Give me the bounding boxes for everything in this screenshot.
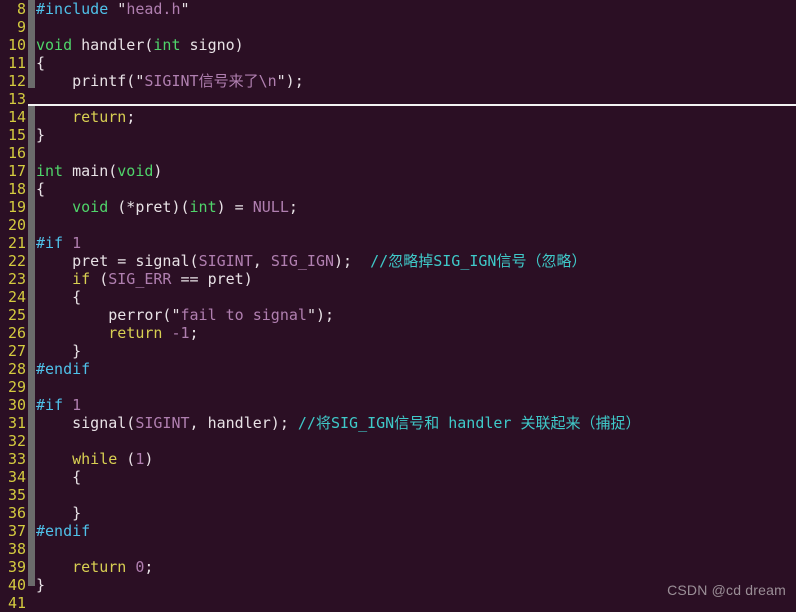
code-line[interactable]: 9 <box>0 18 796 36</box>
line-number: 32 <box>7 432 26 450</box>
code-line[interactable]: 17 int main(void) <box>0 162 796 180</box>
line-content[interactable]: while (1) <box>36 450 153 468</box>
line-number: 20 <box>7 216 26 234</box>
line-content[interactable]: int main(void) <box>36 162 162 180</box>
line-number: 12 <box>7 72 26 90</box>
code-line[interactable]: 31 signal(SIGINT, handler); //将SIG_IGN信号… <box>0 414 796 432</box>
line-content[interactable]: { <box>36 288 81 306</box>
line-content[interactable]: void (*pret)(int) = NULL; <box>36 198 298 216</box>
line-content[interactable]: #if 1 <box>36 234 81 252</box>
line-content[interactable]: pret = signal(SIGINT, SIG_IGN); //忽略掉SIG… <box>36 252 586 270</box>
line-number: 9 <box>16 18 26 36</box>
line-content[interactable]: #endif <box>36 360 90 378</box>
code-line[interactable]: 16 <box>0 144 796 162</box>
line-number: 38 <box>7 540 26 558</box>
line-number: 26 <box>7 324 26 342</box>
line-content[interactable]: { <box>36 468 81 486</box>
code-line[interactable]: 39 return 0; <box>0 558 796 576</box>
line-number: 25 <box>7 306 26 324</box>
code-line[interactable]: 8 #include "head.h" <box>0 0 796 18</box>
line-content[interactable]: if (SIG_ERR == pret) <box>36 270 253 288</box>
line-number: 37 <box>7 522 26 540</box>
code-line[interactable]: 26 return -1; <box>0 324 796 342</box>
line-number: 27 <box>7 342 26 360</box>
line-content[interactable]: { <box>36 54 45 72</box>
code-line[interactable]: 34 { <box>0 468 796 486</box>
line-number: 15 <box>7 126 26 144</box>
code-editor[interactable]: 8 #include "head.h" 9 10 void handler(int si… <box>0 0 796 612</box>
line-number: 10 <box>7 36 26 54</box>
line-number: 33 <box>7 450 26 468</box>
code-line[interactable]: 27 } <box>0 342 796 360</box>
line-number: 31 <box>7 414 26 432</box>
line-number: 41 <box>7 594 26 612</box>
line-content[interactable]: { <box>36 180 45 198</box>
code-line[interactable]: 11 { <box>0 54 796 72</box>
line-content[interactable]: void handler(int signo) <box>36 36 244 54</box>
line-number: 17 <box>7 162 26 180</box>
code-line[interactable]: 33 while (1) <box>0 450 796 468</box>
line-number: 22 <box>7 252 26 270</box>
line-number: 19 <box>7 198 26 216</box>
line-number: 30 <box>7 396 26 414</box>
code-line[interactable]: 21 #if 1 <box>0 234 796 252</box>
line-content[interactable]: } <box>36 126 45 144</box>
code-line[interactable]: 20 <box>0 216 796 234</box>
code-line[interactable]: 38 <box>0 540 796 558</box>
line-number: 24 <box>7 288 26 306</box>
code-line[interactable]: 23 if (SIG_ERR == pret) <box>0 270 796 288</box>
code-line[interactable]: 12 printf("SIGINT信号来了\n"); <box>0 72 796 90</box>
line-content[interactable]: perror("fail to signal"); <box>36 306 334 324</box>
code-line[interactable]: 37 #endif <box>0 522 796 540</box>
line-content[interactable]: printf("SIGINT信号来了\n"); <box>36 72 304 90</box>
line-number: 13 <box>7 90 26 108</box>
line-number: 36 <box>7 504 26 522</box>
line-content[interactable]: } <box>36 576 45 594</box>
code-line[interactable]: 35 <box>0 486 796 504</box>
code-line[interactable]: 18 { <box>0 180 796 198</box>
code-line[interactable]: 10 void handler(int signo) <box>0 36 796 54</box>
code-line[interactable]: 22 pret = signal(SIGINT, SIG_IGN); //忽略掉… <box>0 252 796 270</box>
line-number: 21 <box>7 234 26 252</box>
line-number: 34 <box>7 468 26 486</box>
code-line[interactable]: 32 <box>0 432 796 450</box>
watermark: CSDN @cd dream <box>667 582 786 598</box>
code-line[interactable]: 14 return; <box>0 108 796 126</box>
line-number: 8 <box>16 0 26 18</box>
code-line[interactable]: 29 <box>0 378 796 396</box>
line-content[interactable]: return; <box>36 108 135 126</box>
line-number: 18 <box>7 180 26 198</box>
line-number: 29 <box>7 378 26 396</box>
line-content[interactable]: } <box>36 342 81 360</box>
line-number: 16 <box>7 144 26 162</box>
line-content[interactable]: #include "head.h" <box>36 0 190 18</box>
line-number: 40 <box>7 576 26 594</box>
code-line[interactable]: 24 { <box>0 288 796 306</box>
line-number: 39 <box>7 558 26 576</box>
line-content[interactable]: signal(SIGINT, handler); //将SIG_IGN信号和 h… <box>36 414 640 432</box>
line-content[interactable]: #if 1 <box>36 396 81 414</box>
line-content[interactable]: return -1; <box>36 324 198 342</box>
line-number: 23 <box>7 270 26 288</box>
cursor-line-underline <box>28 104 796 106</box>
line-number: 35 <box>7 486 26 504</box>
line-number: 14 <box>7 108 26 126</box>
line-content[interactable]: } <box>36 504 81 522</box>
code-line[interactable]: 15} <box>0 126 796 144</box>
code-line[interactable]: 30 #if 1 <box>0 396 796 414</box>
code-line[interactable]: 28 #endif <box>0 360 796 378</box>
code-line[interactable]: 36 } <box>0 504 796 522</box>
code-line[interactable]: 25 perror("fail to signal"); <box>0 306 796 324</box>
line-number: 11 <box>7 54 26 72</box>
code-line[interactable]: 19 void (*pret)(int) = NULL; <box>0 198 796 216</box>
code-lines[interactable]: 8 #include "head.h" 9 10 void handler(int si… <box>0 0 796 612</box>
line-number: 28 <box>7 360 26 378</box>
line-content[interactable]: #endif <box>36 522 90 540</box>
line-content[interactable]: return 0; <box>36 558 153 576</box>
